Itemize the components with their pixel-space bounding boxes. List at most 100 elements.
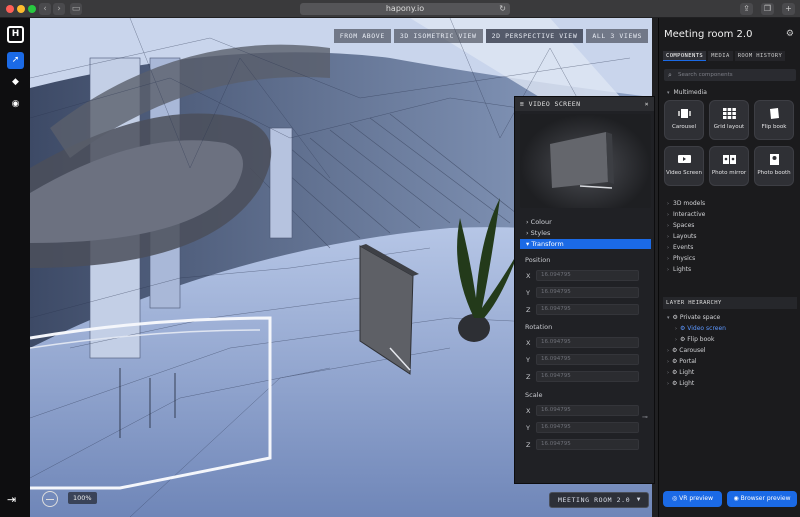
tile-grid-layout-label: Grid layout [713,124,745,130]
vr-preview-button[interactable]: ◎ VR preview [663,491,722,507]
layer-light-2[interactable]: › ⚙ Light [667,380,694,387]
tile-photo-booth[interactable]: Photo booth [754,146,794,186]
layer-video-screen-label: Video screen [687,325,726,332]
scale-z-input[interactable]: 16.094795 [536,439,639,450]
tile-carousel-label: Carousel [672,124,696,130]
layer-settings-icon: ⚙ [672,314,680,321]
chevron-right-icon: › [675,337,677,343]
back-icon[interactable]: ‹ [39,3,51,15]
compass-icon[interactable] [42,491,58,507]
styles-link[interactable]: › Styles [520,228,651,238]
left-toolbar: H ➚ ◆ ◉ ⇥ [0,18,30,517]
layer-private-space[interactable]: ▾ ⚙ Private space [667,314,720,321]
colour-link-label: Colour [530,218,552,226]
layer-portal[interactable]: › ⚙ Portal [667,358,697,365]
share-icon[interactable]: ⇪ [740,3,753,15]
scene-dropdown[interactable]: MEETING ROOM 2.0 ▼ [549,492,649,508]
chevron-down-icon: ▼ [636,496,641,503]
layer-carousel-label: Carousel [679,347,706,354]
rotation-z-input[interactable]: 16.094795 [536,371,639,382]
styles-link-label: Styles [530,229,551,237]
chevron-right-icon: › [667,201,669,207]
layer-flip-book[interactable]: › ⚙ Flip book [675,336,714,343]
scale-y-input[interactable]: 16.094795 [536,422,639,433]
category-multimedia[interactable]: ▾ Multimedia [667,89,707,96]
tab-2d-perspective[interactable]: 2D PERSPECTIVE VIEW [485,29,584,43]
tile-photo-mirror[interactable]: Photo mirror [709,146,749,186]
carousel-icon [678,109,691,118]
forward-icon[interactable]: › [53,3,65,15]
rotation-y-label: Y [526,356,530,364]
category-lights[interactable]: › Lights [667,266,691,273]
browser-preview-button[interactable]: ◉ Browser preview [727,491,797,507]
gear-icon[interactable]: ⚙ [786,29,794,39]
video-icon [678,155,691,163]
exit-icon[interactable]: ⇥ [7,493,24,507]
tile-grid-layout[interactable]: Grid layout [709,100,749,140]
select-tool-icon[interactable]: ➚ [7,52,24,69]
scale-y-label: Y [526,424,530,432]
add-tab-icon[interactable]: + [782,3,795,15]
chevron-right-icon: › [667,370,669,376]
category-events[interactable]: › Events [667,244,693,251]
browser-preview-label: Browser preview [740,495,791,502]
chevron-down-icon: ▾ [667,315,670,321]
browser-chrome: ‹ › ▭ hapony.io ↻ ⇪ ❐ + [0,0,800,18]
tile-video-screen[interactable]: Video Screen [664,146,704,186]
tab-components[interactable]: COMPONENTS [663,51,707,61]
shape-tool-icon[interactable]: ◆ [7,74,24,91]
category-interactive[interactable]: › Interactive [667,211,705,218]
category-events-label: Events [673,244,694,251]
category-layouts[interactable]: › Layouts [667,233,697,240]
minimize-window-button[interactable] [17,5,25,13]
tab-3d-isometric[interactable]: 3D ISOMETRIC VIEW [393,29,483,43]
drag-handle-icon[interactable]: ≡ [520,100,524,108]
reload-icon[interactable]: ↻ [499,3,506,15]
layer-video-screen[interactable]: › ⚙ Video screen [675,325,726,332]
category-spaces[interactable]: › Spaces [667,222,694,229]
video-screen-preview [520,114,651,208]
video-panel-title: VIDEO SCREEN [528,100,581,108]
category-physics[interactable]: › Physics [667,255,695,262]
rotation-x-input[interactable]: 16.094795 [536,337,639,348]
address-bar[interactable]: hapony.io ↻ [300,3,510,15]
layer-light-1[interactable]: › ⚙ Light [667,369,694,376]
video-panel-header[interactable]: ≡ VIDEO SCREEN × [515,97,654,111]
tab-from-above[interactable]: FROM ABOVE [333,29,391,43]
position-z-input[interactable]: 16.094795 [536,304,639,315]
colour-link[interactable]: › Colour [520,217,651,227]
tabs-icon[interactable]: ❐ [761,3,774,15]
zoom-level[interactable]: 100% [68,492,97,504]
maximize-window-button[interactable] [28,5,36,13]
position-y-input[interactable]: 16.094795 [536,287,639,298]
transform-link-label: Transform [531,240,564,248]
eye-icon[interactable]: ◉ [7,96,24,113]
position-z-label: Z [526,306,531,314]
position-x-input[interactable]: 16.094795 [536,270,639,281]
category-interactive-label: Interactive [673,211,706,218]
close-window-button[interactable] [6,5,14,13]
chevron-right-icon: › [667,245,669,251]
link-scale-icon[interactable]: ⊸ [642,413,648,421]
tile-flip-book[interactable]: Flip book [754,100,794,140]
close-icon[interactable]: × [645,97,649,111]
transform-link[interactable]: ▾ Transform [520,239,651,249]
tab-all-views[interactable]: ALL 3 VIEWS [586,29,648,43]
sidebar-toggle-icon[interactable]: ▭ [70,3,82,15]
tile-flip-book-label: Flip book [761,124,787,130]
scene-dropdown-value: MEETING ROOM 2.0 [558,496,631,504]
category-lights-label: Lights [673,266,692,273]
scale-x-input[interactable]: 16.094795 [536,405,639,416]
layer-light-2-label: Light [679,380,695,387]
rotation-y-input[interactable]: 16.094795 [536,354,639,365]
category-3d-models[interactable]: › 3D models [667,200,705,207]
layer-carousel[interactable]: › ⚙ Carousel [667,347,705,354]
search-components-input[interactable]: ⌕ Search components [664,69,796,81]
components-panel: Meeting room 2.0 ⚙ COMPONENTS MEDIA ROOM… [658,18,800,517]
tab-room-history[interactable]: ROOM HISTORY [734,51,786,61]
tv-preview-image [550,132,614,189]
tile-carousel[interactable]: Carousel [664,100,704,140]
category-physics-label: Physics [673,255,696,262]
vr-preview-label: VR preview [679,495,713,502]
tab-media[interactable]: MEDIA [708,51,733,61]
